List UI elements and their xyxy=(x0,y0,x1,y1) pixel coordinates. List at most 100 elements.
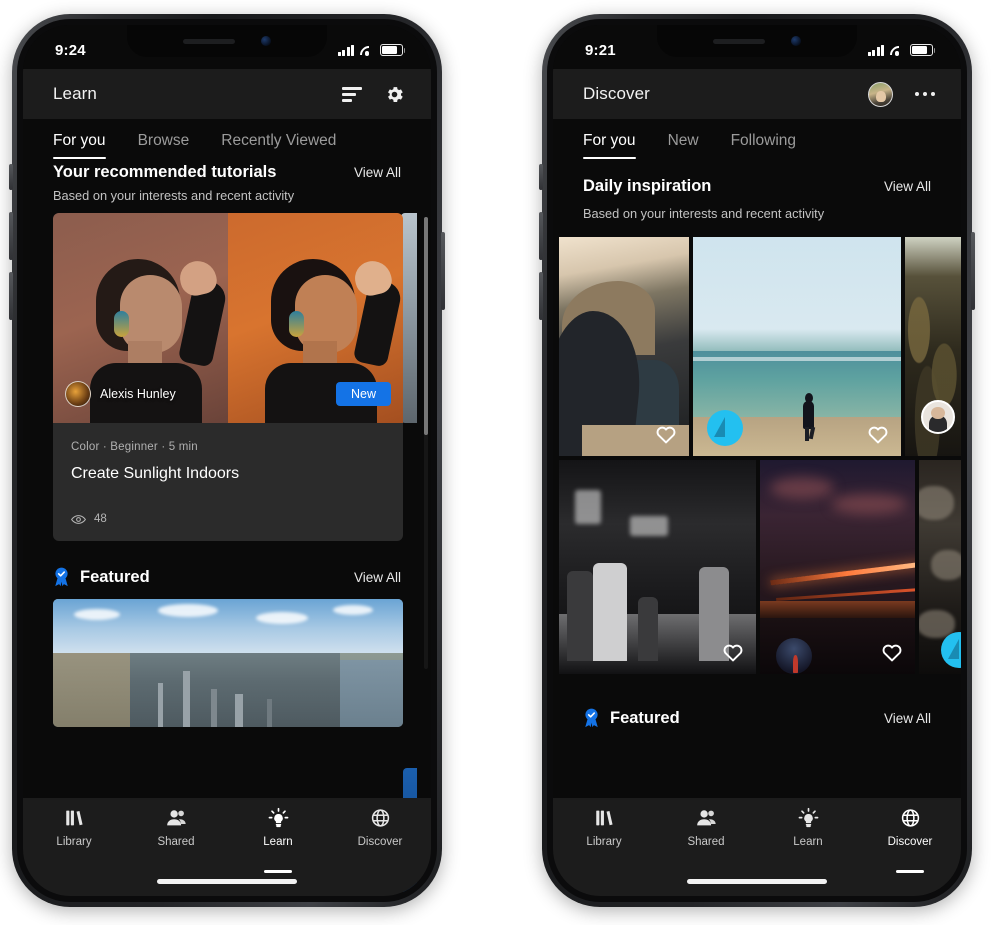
status-indicators-2 xyxy=(867,44,936,56)
author-avatar xyxy=(65,381,91,407)
view-all-featured-discover[interactable]: View All xyxy=(884,711,931,726)
nav-item-learn-2[interactable]: Learn xyxy=(757,807,859,866)
bottom-bar-learn: Library Shared Learn Discover xyxy=(23,798,431,896)
photo-tile-cliff[interactable] xyxy=(559,237,690,456)
lightroom-logo-badge xyxy=(941,632,961,668)
bottom-nav-discover: Library Shared Learn Discover xyxy=(553,798,961,873)
heart-outline-icon[interactable] xyxy=(881,642,903,662)
new-badge: New xyxy=(335,382,391,406)
overflow-menu-icon[interactable] xyxy=(914,91,935,97)
page-title: Learn xyxy=(53,84,97,103)
view-count: 48 xyxy=(94,513,107,525)
nav-item-discover-2[interactable]: Discover xyxy=(859,807,961,873)
photo-tile-beach[interactable] xyxy=(693,237,902,456)
screenshot-canvas: 9:24 Learn For you Browse Recently Viewe… xyxy=(0,0,1000,925)
nav-item-shared-2[interactable]: Shared xyxy=(655,807,757,866)
tab-following[interactable]: Following xyxy=(731,132,796,159)
section-title-featured-discover: Featured xyxy=(583,708,680,728)
nav-label-library: Library xyxy=(56,836,92,848)
tab-for-you-2[interactable]: For you xyxy=(583,132,636,159)
author-avatar[interactable] xyxy=(921,400,955,434)
tutorial-thumbnail: Alexis Hunley New xyxy=(53,213,403,423)
view-all-featured-learn[interactable]: View All xyxy=(354,570,401,585)
volume-up-button-2[interactable] xyxy=(539,212,543,260)
power-button-2[interactable] xyxy=(971,232,975,310)
nav-item-library-2[interactable]: Library xyxy=(553,807,655,866)
screen-learn: 9:24 Learn For you Browse Recently Viewe… xyxy=(23,25,431,896)
tab-new[interactable]: New xyxy=(668,132,699,159)
app-bar-actions xyxy=(342,84,405,105)
photo-grid-row xyxy=(559,460,961,674)
nav-item-learn[interactable]: Learn xyxy=(227,807,329,873)
lightroom-logo-badge xyxy=(707,410,744,446)
nav-label-library-2: Library xyxy=(586,836,622,848)
people-icon xyxy=(165,807,188,829)
tutorial-card-body: Color · Beginner · 5 min Create Sunlight… xyxy=(53,423,403,541)
mute-switch[interactable] xyxy=(9,164,13,190)
screen-discover: 9:21 Discover For you New Following Dail… xyxy=(553,25,961,896)
nav-label-learn: Learn xyxy=(263,836,293,848)
featured-ribbon-icon xyxy=(53,567,70,587)
lightbulb-icon xyxy=(267,807,290,829)
tutorial-overlay: Alexis Hunley New xyxy=(53,365,403,423)
tutorial-meta: Color · Beginner · 5 min xyxy=(71,441,198,453)
photo-tile-street[interactable] xyxy=(559,460,757,674)
nav-active-indicator-discover xyxy=(896,870,924,873)
tab-for-you[interactable]: For you xyxy=(53,132,106,159)
photo-tile-rocks[interactable] xyxy=(918,460,961,674)
earpiece-speaker-2 xyxy=(713,38,765,44)
nav-label-discover-2: Discover xyxy=(887,836,933,848)
page-title-2: Discover xyxy=(583,84,650,103)
tutorial-carousel[interactable]: Alexis Hunley New Color · Beginner · 5 m… xyxy=(23,213,431,669)
next-card-peek[interactable] xyxy=(401,213,417,423)
nav-active-indicator-learn xyxy=(264,870,292,873)
bottom-nav-learn: Library Shared Learn Discover xyxy=(23,798,431,873)
featured-photo-card[interactable] xyxy=(53,599,403,727)
volume-down-button[interactable] xyxy=(9,272,13,320)
settings-gear-icon[interactable] xyxy=(384,84,405,105)
sort-filter-icon[interactable] xyxy=(342,86,362,102)
heart-outline-icon[interactable] xyxy=(655,424,677,444)
section-title-daily: Daily inspiration xyxy=(583,177,712,195)
tutorial-title: Create Sunlight Indoors xyxy=(71,465,240,482)
tab-bar-discover: For you New Following xyxy=(553,119,961,159)
scrollbar-thumb[interactable] xyxy=(424,217,428,435)
tutorial-card[interactable]: Alexis Hunley New Color · Beginner · 5 m… xyxy=(53,213,403,541)
mute-switch-2[interactable] xyxy=(539,164,543,190)
view-all-recommended[interactable]: View All xyxy=(354,165,401,180)
app-bar-learn: Learn xyxy=(23,69,431,119)
nav-item-discover[interactable]: Discover xyxy=(329,807,431,866)
nav-item-library[interactable]: Library xyxy=(23,807,125,866)
nav-item-shared[interactable]: Shared xyxy=(125,807,227,866)
volume-up-button[interactable] xyxy=(9,212,13,260)
volume-down-button-2[interactable] xyxy=(539,272,543,320)
section-title-recommended: Your recommended tutorials xyxy=(53,163,277,181)
photo-grid xyxy=(553,237,961,674)
featured-label-discover: Featured xyxy=(610,708,680,727)
nav-label-discover: Discover xyxy=(357,836,403,848)
tab-browse[interactable]: Browse xyxy=(138,132,190,159)
featured-ribbon-icon xyxy=(583,708,600,728)
home-indicator-learn[interactable] xyxy=(23,866,431,896)
section-header-featured-discover: Featured View All xyxy=(553,674,961,728)
tab-recently-viewed[interactable]: Recently Viewed xyxy=(221,132,336,159)
phone-device-discover: 9:21 Discover For you New Following Dail… xyxy=(539,14,975,907)
heart-outline-icon[interactable] xyxy=(722,642,744,662)
tutorial-author[interactable]: Alexis Hunley xyxy=(65,381,176,407)
profile-avatar[interactable] xyxy=(867,81,893,107)
wifi-icon-2 xyxy=(890,45,904,56)
front-camera-icon-2 xyxy=(791,36,801,46)
featured-label-learn: Featured xyxy=(80,567,150,586)
view-all-daily[interactable]: View All xyxy=(884,179,931,194)
app-bar-actions-2 xyxy=(867,81,935,107)
nav-label-shared-2: Shared xyxy=(687,836,725,848)
heart-outline-icon[interactable] xyxy=(867,424,889,444)
tutorial-stats: 48 xyxy=(71,513,385,525)
photo-tile-night[interactable] xyxy=(760,460,915,674)
photo-tile-forest[interactable] xyxy=(905,237,961,456)
status-clock: 9:24 xyxy=(55,41,86,59)
earpiece-speaker xyxy=(183,38,235,44)
phone-bezel-inner: 9:24 Learn For you Browse Recently Viewe… xyxy=(17,19,437,902)
power-button[interactable] xyxy=(441,232,445,310)
wifi-icon xyxy=(360,45,374,56)
